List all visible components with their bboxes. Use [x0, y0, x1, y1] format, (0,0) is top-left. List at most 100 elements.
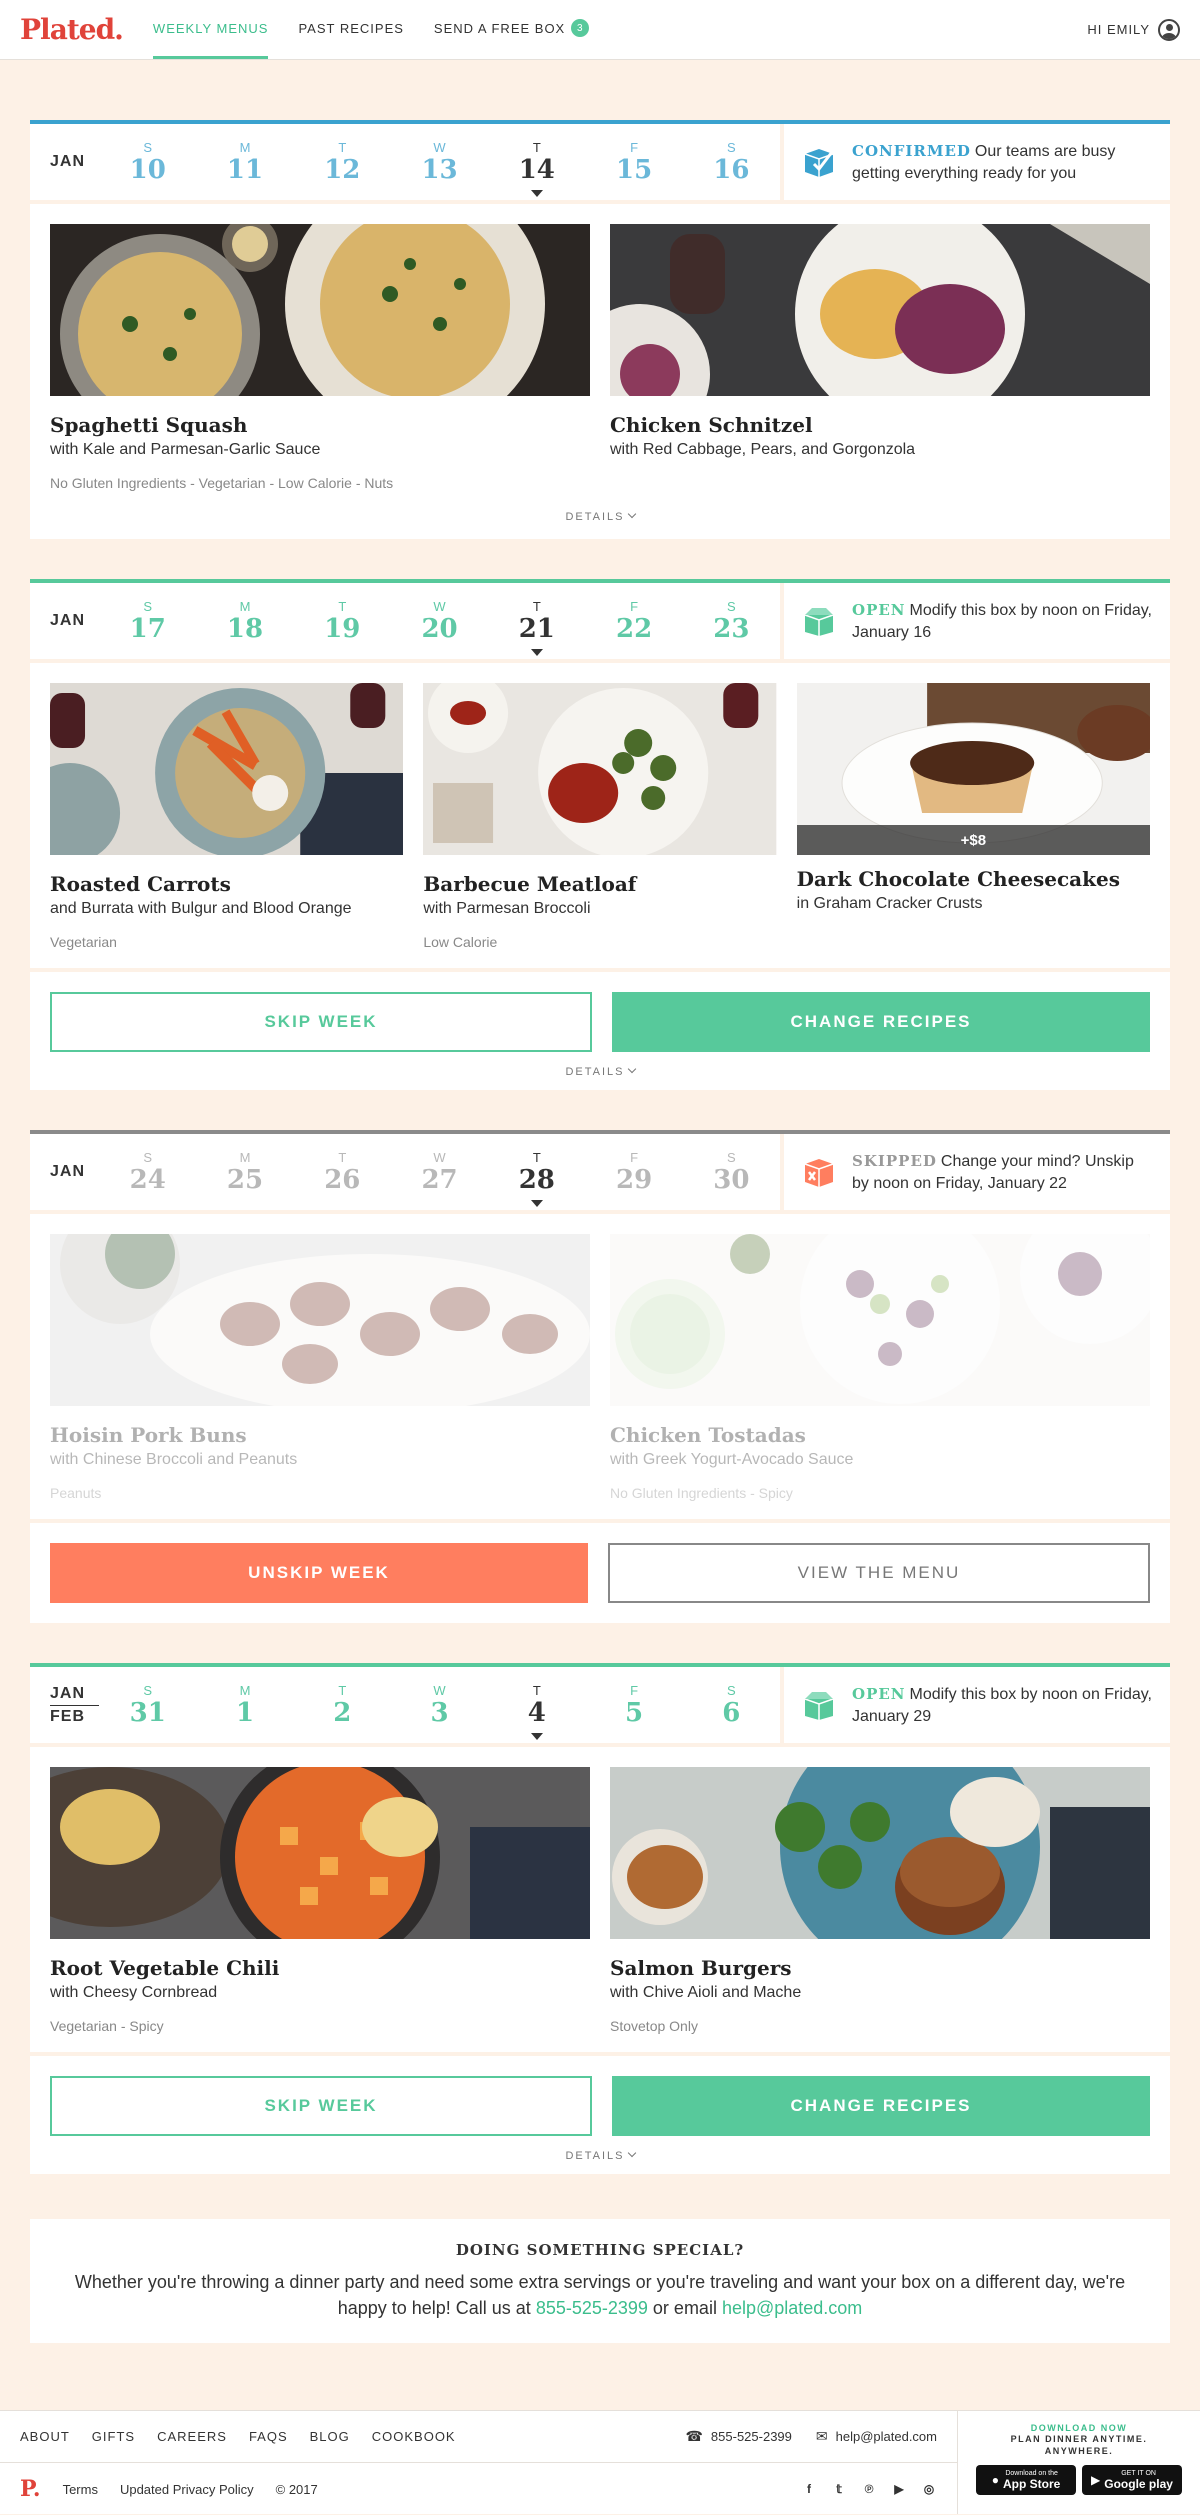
nav-past-recipes[interactable]: PAST RECIPES [298, 0, 403, 59]
day-number: 19 [324, 613, 361, 644]
recipe-list: Spaghetti Squash with Kale and Parmesan-… [30, 174, 1170, 539]
recipe-tags: Vegetarian [50, 934, 117, 950]
recipe-card[interactable]: Chicken Tostadas with Greek Yogurt-Avoca… [610, 1204, 1160, 1503]
status-word: SKIPPED [852, 1151, 937, 1170]
footer-link-cookbook[interactable]: COOKBOOK [372, 2429, 456, 2444]
details-toggle[interactable]: DETAILS [50, 2148, 1150, 2162]
day-of-week: W [433, 1682, 446, 1698]
recipe-title: Barbecue Meatloaf [423, 872, 637, 896]
day-number: 29 [615, 1164, 653, 1195]
delivery-day: T4 [488, 1683, 585, 1740]
status-word: OPEN [852, 1684, 906, 1703]
skip-week-button[interactable]: SKIP WEEK [50, 992, 592, 1052]
app-store-button[interactable]: ● Download on the App Store [976, 2465, 1076, 2495]
day: M1 [196, 1683, 293, 1728]
footer-email-link[interactable]: ✉ help@plated.com [816, 2428, 937, 2445]
change-recipes-button[interactable]: CHANGE RECIPES [612, 2076, 1150, 2136]
day-of-week: F [630, 1149, 639, 1165]
day-number: 11 [226, 154, 264, 185]
user-menu[interactable]: HI EMILY [1087, 0, 1180, 59]
terms-link[interactable]: Terms [63, 2482, 98, 2497]
nav-send-free-box-label: SEND A FREE BOX [433, 20, 566, 36]
day-of-week: T [532, 598, 541, 614]
day-number: 6 [722, 1697, 741, 1728]
recipe-card[interactable]: Spaghetti Squash with Kale and Parmesan-… [50, 174, 590, 493]
week-header: JAN S 10 M 11 T 12 W 13 T 14 F 15 S 16 CONFIRME… [30, 120, 1170, 200]
download-now-label: DOWNLOAD NOW [1030, 2423, 1128, 2433]
pinterest-icon[interactable]: ℗ [861, 2481, 877, 2497]
copyright: © 2017 [275, 2481, 318, 2497]
nav-weekly-menus[interactable]: WEEKLY MENUS [152, 0, 269, 59]
day-of-week: S [143, 1682, 153, 1698]
recipe-card[interactable]: Roasted Carrots and Burrata with Bulgur … [19, 683, 404, 952]
facebook-icon[interactable]: f [801, 2481, 817, 2497]
recipe-card[interactable]: Hoisin Pork Buns with Chinese Broccoli a… [50, 1204, 590, 1503]
recipe-tags [797, 929, 1150, 947]
support-email-link[interactable]: help@plated.com [722, 2298, 862, 2318]
week-dates: JAN FEB S 31 M1 T2 W3 T4 F5 S6 [30, 1667, 780, 1743]
day: F 29 [585, 1150, 682, 1195]
user-greeting: HI EMILY [1087, 22, 1150, 37]
change-recipes-button[interactable]: CHANGE RECIPES [612, 992, 1150, 1052]
recipe-tags: Vegetarian - Spicy [50, 2018, 164, 2034]
recipe-card[interactable]: +$8 Dark Chocolate Cheesecakes in Graham… [796, 683, 1150, 952]
month-label-first: JAN [50, 1683, 100, 1706]
week-card: JAN S 10 M 11 T 12 W 13 T 14 F 15 S 16 CONFIRME… [30, 120, 1170, 539]
month-label: JAN [50, 612, 86, 629]
day-of-week: T [338, 1682, 347, 1698]
footer-logo[interactable]: P. [20, 2476, 41, 2502]
footer-link-gifts[interactable]: GIFTS [92, 2429, 135, 2444]
footer-email: help@plated.com [835, 2429, 937, 2444]
day-number: 12 [324, 154, 361, 185]
footer-link-blog[interactable]: BLOG [310, 2429, 350, 2444]
recipe-photo [50, 174, 590, 434]
recipe-photo [610, 1717, 1150, 1977]
privacy-link[interactable]: Updated Privacy Policy [120, 2482, 254, 2497]
plated-logo[interactable]: Plated. [20, 0, 124, 59]
day-of-week: F [630, 139, 639, 155]
footer-links: ABOUT GIFTS CAREERS FAQS BLOG COOKBOOK [20, 2429, 456, 2444]
skip-week-button[interactable]: SKIP WEEK [50, 2076, 592, 2136]
instagram-icon[interactable]: ◎ [921, 2481, 937, 2497]
recipe-card[interactable]: Chicken Schnitzel with Red Cabbage, Pear… [570, 199, 1150, 493]
day: S 10 [99, 140, 196, 185]
day: W3 [391, 1683, 488, 1728]
footer-link-careers[interactable]: CAREERS [157, 2429, 227, 2444]
week-card: JAN FEB S 31 M1 T2 W3 T4 F5 S6 OPEN Modify … [0, 1663, 1170, 2174]
google-play-button[interactable]: ▶ GET IT ON Google play [1082, 2465, 1182, 2495]
day-of-week: T [338, 139, 347, 155]
recipe-title: Chicken Tostadas [610, 1423, 806, 1447]
day-number: 22 [615, 613, 653, 644]
details-toggle[interactable]: DETAILS [50, 1064, 1150, 1078]
recipe-subtitle: with Greek Yogurt-Avocado Sauce [610, 1451, 854, 1468]
day-of-week: S [143, 598, 153, 614]
day-of-week: S [727, 598, 736, 614]
recipe-card[interactable]: Barbecue Meatloaf with Parmesan Broccoli… [423, 673, 777, 952]
special-text: Whether you're throwing a dinner party a… [70, 2269, 1130, 2321]
day-of-week: S [727, 1682, 736, 1698]
recipe-title: Hoisin Pork Buns [50, 1423, 247, 1447]
recipe-card[interactable]: Salmon Burgers with Chive Aioli and Mach… [610, 1717, 1150, 2036]
view-menu-button[interactable]: VIEW THE MENU [608, 1543, 1150, 1603]
week-actions: SKIP WEEK CHANGE RECIPES DETAILS [30, 2056, 1170, 2174]
footer-phone-link[interactable]: ☎ 855-525-2399 [685, 2428, 791, 2445]
recipe-photo: +$8 [796, 683, 1150, 855]
nav-send-free-box[interactable]: SEND A FREE BOX 3 [433, 0, 590, 59]
day: W 27 [391, 1150, 488, 1195]
day-number: 16 [713, 154, 750, 185]
footer-link-faqs[interactable]: FAQS [249, 2429, 288, 2444]
youtube-icon[interactable]: ▶ [891, 2481, 907, 2497]
twitter-icon[interactable]: 𝕥 [831, 2481, 847, 2497]
month-label: JAN [50, 153, 86, 170]
week-dates: JAN S 17 M 18 T 19 W 20 T 21 F 22 S 23 [30, 583, 780, 659]
chevron-down-icon [627, 1064, 636, 1074]
support-phone-link[interactable]: 855-525-2399 [536, 2298, 648, 2318]
recipe-card[interactable]: Root Vegetable Chili with Cheesy Cornbre… [0, 1747, 590, 2036]
footer-contact: ☎ 855-525-2399 ✉ help@plated.com [685, 2428, 937, 2445]
unskip-week-button[interactable]: UNSKIP WEEK [50, 1543, 588, 1603]
footer-link-about[interactable]: ABOUT [20, 2429, 70, 2444]
status-word: OPEN [852, 600, 906, 619]
details-toggle[interactable]: DETAILS [50, 509, 1150, 523]
recipe-subtitle: and Burrata with Bulgur and Blood Orange [50, 900, 352, 917]
recipe-tags: Low Calorie [423, 934, 498, 950]
